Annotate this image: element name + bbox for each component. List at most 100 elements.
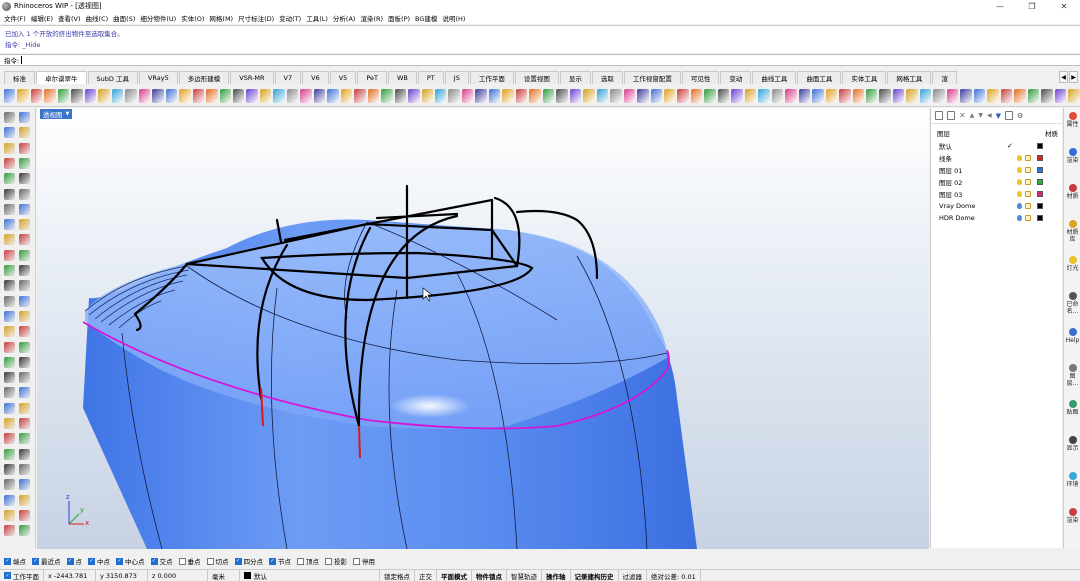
left-toolbar-tool-icon[interactable] (4, 127, 15, 139)
tab-set-view[interactable]: 设置视图 (514, 71, 559, 84)
menu-solid[interactable]: 实体(O) (181, 13, 204, 23)
side-tab[interactable]: 渲染 (1065, 148, 1080, 164)
tab-surface-tools[interactable]: 曲面工具 (797, 71, 842, 84)
toolbar-command-icon[interactable] (206, 88, 218, 103)
tab-viewport-layout[interactable]: 工作视窗配置 (623, 71, 681, 84)
toolbar-command-icon[interactable] (165, 88, 178, 103)
toolbar-command-icon[interactable] (246, 88, 258, 103)
left-toolbar-tool-icon[interactable] (4, 112, 15, 123)
left-toolbar-tool-icon[interactable] (19, 203, 30, 215)
left-toolbar-tool-icon[interactable] (4, 157, 15, 169)
checkbox-icon[interactable] (178, 557, 186, 565)
toolbar-command-icon[interactable] (448, 88, 460, 103)
tab-v5[interactable]: V5 (329, 71, 357, 84)
perspective-viewport[interactable]: z x y 透视图 ▼ (37, 108, 929, 549)
layer-row[interactable]: 图层 02 (931, 176, 1062, 188)
move-parent-icon[interactable]: ◀ (987, 112, 992, 119)
left-toolbar-tool-icon[interactable] (19, 463, 30, 475)
toolbar-command-icon[interactable] (421, 88, 433, 103)
status-toggle[interactable]: 平面模式 (437, 570, 472, 581)
left-toolbar-tool-icon[interactable] (19, 280, 30, 292)
toolbar-command-icon[interactable] (327, 88, 339, 103)
new-sublayer-icon[interactable] (947, 111, 955, 120)
checkbox-icon[interactable]: ✓ (88, 557, 95, 565)
toolbar-command-icon[interactable] (825, 88, 838, 103)
layer-color-swatch[interactable] (1037, 167, 1043, 173)
status-toggle[interactable]: 正交 (415, 570, 437, 581)
tab-render-truncated[interactable]: 渲 (932, 71, 957, 84)
tab-vsr-mr[interactable]: VSR-MR (230, 71, 274, 84)
layer-row[interactable]: 图层 03 (931, 188, 1062, 200)
menu-curve[interactable]: 曲线(C) (86, 13, 109, 23)
side-tab[interactable]: Help (1065, 328, 1080, 344)
side-tab[interactable]: 属性 (1065, 112, 1080, 128)
osnap-option[interactable]: 垂点 (178, 556, 201, 566)
left-toolbar-tool-icon[interactable] (19, 372, 30, 384)
status-toggle[interactable]: 锁定格点 (380, 570, 415, 581)
toolbar-command-icon[interactable] (610, 88, 622, 103)
menu-bg-modeling[interactable]: BG建模 (415, 13, 437, 23)
toolbar-command-icon[interactable] (973, 88, 986, 103)
side-tab[interactable]: 图层... (1065, 364, 1080, 387)
tab-vray5[interactable]: VRay5 (138, 71, 178, 84)
toolbar-command-icon[interactable] (30, 88, 43, 103)
toolbar-command-icon[interactable] (569, 88, 582, 103)
left-toolbar-tool-icon[interactable] (19, 402, 30, 414)
toolbar-command-icon[interactable] (785, 88, 797, 103)
toolbar-command-icon[interactable] (623, 88, 636, 103)
new-layer-icon[interactable] (935, 111, 943, 120)
toolbar-command-icon[interactable] (192, 88, 205, 103)
side-tab[interactable]: 材质 (1065, 184, 1080, 200)
tab-curve-tools[interactable]: 曲线工具 (752, 71, 797, 84)
toolbar-command-icon[interactable] (286, 88, 299, 103)
osnap-option[interactable]: ✓ 最近点 (32, 556, 61, 566)
left-toolbar-tool-icon[interactable] (19, 157, 30, 169)
side-tab[interactable]: 渲染 (1065, 508, 1080, 524)
checkbox-icon[interactable]: ✓ (116, 557, 123, 565)
left-toolbar-tool-icon[interactable] (4, 265, 15, 276)
checkbox-icon[interactable] (206, 557, 214, 565)
chevron-down-icon[interactable]: ▼ (66, 111, 70, 117)
menu-panels[interactable]: 面板(P) (388, 13, 410, 23)
viewport-title-tab[interactable]: 透视图 ▼ (40, 109, 73, 119)
lock-icon[interactable] (1025, 167, 1031, 173)
toolbar-command-icon[interactable] (529, 88, 541, 103)
left-toolbar-tool-icon[interactable] (19, 249, 30, 261)
lightbulb-icon[interactable] (1017, 203, 1022, 209)
tab-js[interactable]: JS (444, 71, 469, 84)
tab-subd-tools[interactable]: SubD 工具 (87, 71, 138, 84)
toolbar-command-icon[interactable] (475, 88, 487, 103)
toolbar-command-icon[interactable] (704, 88, 716, 103)
toolbar-command-icon[interactable] (138, 88, 151, 103)
left-toolbar-tool-icon[interactable] (4, 280, 15, 292)
toolbar-command-icon[interactable] (596, 88, 609, 103)
tab-v6[interactable]: V6 (302, 71, 329, 84)
left-toolbar-tool-icon[interactable] (19, 188, 30, 200)
toolbar-command-icon[interactable] (1000, 88, 1013, 103)
toolbar-command-icon[interactable] (677, 88, 689, 103)
layer-color-swatch[interactable] (1037, 203, 1043, 209)
osnap-option[interactable]: 投影 (325, 556, 347, 566)
status-toggle[interactable]: 智慧轨迹 (507, 570, 542, 581)
osnap-option[interactable]: 停用 (353, 556, 375, 566)
checkbox-icon[interactable] (353, 557, 360, 565)
layer-row[interactable]: 默认 ✓ (931, 140, 1062, 152)
left-toolbar-tool-icon[interactable] (19, 112, 30, 123)
toolbar-command-icon[interactable] (44, 88, 56, 103)
left-toolbar-tool-icon[interactable] (19, 295, 30, 307)
status-toggle[interactable]: 操作轴 (542, 570, 571, 581)
lock-icon[interactable] (1025, 155, 1031, 161)
side-tab[interactable]: 已命名... (1065, 292, 1080, 315)
current-layer-indicator[interactable]: 默认 (240, 570, 380, 581)
toolbar-command-icon[interactable] (367, 88, 380, 103)
menu-help[interactable]: 说明(H) (442, 13, 465, 23)
left-toolbar-tool-icon[interactable] (19, 525, 30, 537)
toolbar-command-icon[interactable] (542, 88, 555, 103)
toolbar-command-icon[interactable] (111, 88, 124, 103)
toolbar-command-icon[interactable] (57, 88, 70, 103)
toolbar-command-icon[interactable] (663, 88, 676, 103)
left-toolbar-tool-icon[interactable] (4, 418, 15, 429)
tab-scroll-right-icon[interactable]: ▶ (1069, 71, 1078, 83)
osnap-option[interactable]: ✓ 中心点 (116, 556, 145, 566)
left-toolbar-tool-icon[interactable] (19, 310, 30, 322)
